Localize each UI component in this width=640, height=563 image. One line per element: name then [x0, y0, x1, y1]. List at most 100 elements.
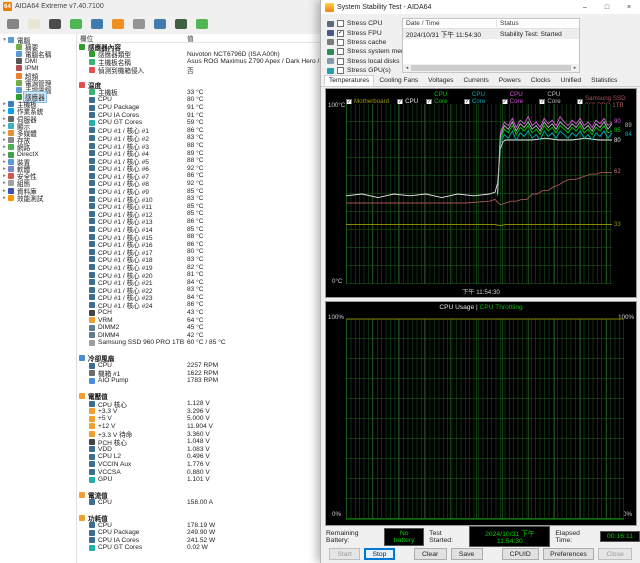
sidebar-item-software[interactable]: ▸軟體 — [0, 165, 76, 172]
expander-closed-icon[interactable]: ▸ — [1, 152, 8, 158]
scroll-right-icon[interactable]: ▸ — [571, 64, 579, 72]
burn-in-icon[interactable] — [112, 19, 124, 29]
sidebar-item-directx[interactable]: ▸DirectX — [0, 151, 76, 158]
sensor-item-row[interactable]: CPU 核心1.128 V — [77, 400, 322, 408]
tab-clocks[interactable]: Clocks — [526, 75, 556, 86]
report-icon[interactable] — [28, 19, 40, 29]
save-button[interactable]: Save — [451, 548, 483, 560]
sensor-item-row[interactable]: 機箱 #11622 RPM — [77, 370, 322, 378]
expander-closed-icon[interactable]: ▸ — [1, 144, 8, 150]
expander-closed-icon[interactable]: ▸ — [1, 116, 8, 122]
benchmark-icon[interactable] — [154, 19, 166, 29]
clear-button[interactable]: Clear — [414, 548, 447, 560]
expander-closed-icon[interactable]: ▸ — [1, 195, 8, 201]
sidebar-item-storage[interactable]: ▸存放 — [0, 137, 76, 144]
sensor-item-row[interactable]: CPU178.19 W — [77, 521, 322, 529]
log-hscrollbar[interactable]: ◂ ▸ — [403, 64, 579, 72]
expander-closed-icon[interactable]: ▸ — [1, 159, 8, 165]
aida64-titlebar[interactable]: 64 AIDA64 Extreme v7.40.7100 — [0, 0, 322, 13]
sensor-item-row[interactable]: VDD1.083 V — [77, 445, 322, 453]
sidebar-item-config[interactable]: ▸組態 — [0, 180, 76, 187]
sidebar-item-sensor[interactable]: 感應器 — [0, 94, 76, 101]
checkbox-cache[interactable] — [337, 39, 344, 46]
sidebar-item-os[interactable]: ▸作業系統 — [0, 108, 76, 115]
sidebar-item-dmi[interactable]: DMI — [0, 58, 76, 65]
cpuid-button[interactable]: CPUID — [502, 548, 539, 560]
minimize-button[interactable]: – — [574, 0, 596, 14]
sensor-item-row[interactable]: VCCSA0.880 V — [77, 468, 322, 476]
sensor-item-row[interactable]: CPU L20.496 V — [77, 453, 322, 461]
tab-cooling-fans[interactable]: Cooling Fans — [374, 75, 423, 86]
sensor-item-row[interactable]: PCH 核心1.048 V — [77, 438, 322, 446]
sensor-item-row[interactable]: +5 V5.000 V — [77, 415, 322, 423]
sensor-item-row[interactable]: CPU IA Cores91 °C — [77, 111, 322, 119]
checkbox-fpu[interactable]: ✓ — [337, 30, 344, 37]
sensor-section-row[interactable]: 功耗值 — [77, 514, 322, 522]
sensor-item-row[interactable]: CPU GT Cores0.02 W — [77, 544, 322, 552]
expander-closed-icon[interactable]: ▸ — [1, 137, 8, 143]
scroll-thumb[interactable] — [411, 65, 571, 71]
sensor-item-row[interactable]: DIMM245 °C — [77, 324, 322, 332]
log-col-datetime[interactable]: Date / Time — [403, 20, 497, 27]
log-row[interactable]: 2024/10/31 下午 11:54:30 Stability Test: S… — [403, 29, 579, 39]
sensor-item-row[interactable]: CPU158.00 A — [77, 499, 322, 507]
tools-icon[interactable] — [133, 19, 145, 29]
checkbox-memory[interactable] — [337, 48, 344, 55]
sensor-item-row[interactable]: CPU #1 / 核心 #2486 °C — [77, 301, 322, 309]
sidebar-item-multimedia[interactable]: ▸多媒體 — [0, 129, 76, 136]
monitor-icon[interactable] — [91, 19, 103, 29]
sensor-item-row[interactable]: +3.3 V3.296 V — [77, 408, 322, 416]
tab-powers[interactable]: Powers — [494, 75, 526, 86]
field-column-header[interactable]: 欄位 — [77, 34, 187, 43]
preferences-button[interactable]: Preferences — [543, 548, 594, 560]
stop-button[interactable]: Stop — [364, 548, 395, 560]
wave-icon[interactable] — [49, 19, 61, 29]
expander-closed-icon[interactable]: ▸ — [1, 166, 8, 172]
sensor-item-row[interactable]: 主機板33 °C — [77, 89, 322, 97]
sensor-item-row[interactable]: CPU Package91 °C — [77, 104, 322, 112]
sidebar-item-display[interactable]: ▸顯示 — [0, 122, 76, 129]
sensor-item-row[interactable]: AIO Pump1783 RPM — [77, 377, 322, 385]
sensor-item-row[interactable]: CPU IA Cores241.52 W — [77, 537, 322, 545]
sidebar-item-benchmark[interactable]: ▸效能測試 — [0, 194, 76, 201]
expander-closed-icon[interactable]: ▸ — [1, 130, 8, 136]
expander-closed-icon[interactable]: ▸ — [1, 188, 8, 194]
expander-closed-icon[interactable]: ▸ — [1, 108, 8, 114]
sensor-item-row[interactable]: PCH43 °C — [77, 309, 322, 317]
sensor-section-row[interactable]: 電流值 — [77, 491, 322, 499]
expander-closed-icon[interactable]: ▸ — [1, 180, 8, 186]
tab-unified[interactable]: Unified — [556, 75, 587, 86]
checkbox-disk[interactable] — [337, 58, 344, 65]
checkbox-gpu[interactable] — [337, 67, 344, 74]
sensor-item-row[interactable]: GPU1.101 V — [77, 476, 322, 484]
checkbox-cpu[interactable] — [337, 20, 344, 27]
scroll-left-icon[interactable]: ◂ — [403, 64, 411, 72]
sidebar-item-computer-name[interactable]: 電腦名稱 — [0, 50, 76, 57]
expander-closed-icon[interactable]: ▸ — [1, 173, 8, 179]
sensor-item-row[interactable]: VRM64 °C — [77, 316, 322, 324]
sensor-item-row[interactable]: CPU80 °C — [77, 96, 322, 104]
clock-icon[interactable] — [196, 19, 208, 29]
sidebar-item-security[interactable]: ▸安全性 — [0, 173, 76, 180]
log-col-status[interactable]: Status — [497, 20, 519, 27]
expander-closed-icon[interactable]: ▸ — [1, 123, 8, 129]
sidebar-item-network[interactable]: ▸網路 — [0, 144, 76, 151]
close-button[interactable]: × — [618, 0, 640, 14]
sensor-section-row[interactable]: 冷卻風扇 — [77, 354, 322, 362]
tab-currents[interactable]: Currents — [458, 75, 493, 86]
memory-bar-icon[interactable] — [70, 19, 82, 29]
maximize-button[interactable]: □ — [596, 0, 618, 14]
tab-temperatures[interactable]: Temperatures — [324, 75, 374, 86]
expander-open-icon[interactable]: ▾ — [1, 37, 8, 43]
database-icon[interactable] — [175, 19, 187, 29]
sidebar-item-devices[interactable]: ▸裝置 — [0, 158, 76, 165]
refresh-icon[interactable] — [7, 19, 19, 29]
value-column-header[interactable]: 值 — [187, 34, 194, 43]
sensor-item-row[interactable]: Samsung SSD 960 PRO 1TB60 °C / 85 °C — [77, 339, 322, 347]
tab-statistics[interactable]: Statistics — [586, 75, 622, 86]
sensor-item-row[interactable]: VCCIN Aux1.776 V — [77, 461, 322, 469]
sensor-item-row[interactable]: CPU Package249.90 W — [77, 529, 322, 537]
tab-voltages[interactable]: Voltages — [423, 75, 458, 86]
stability-titlebar[interactable]: System Stability Test - AIDA64 –□× — [321, 0, 640, 14]
sensor-item-row[interactable]: DIMM442 °C — [77, 332, 322, 340]
